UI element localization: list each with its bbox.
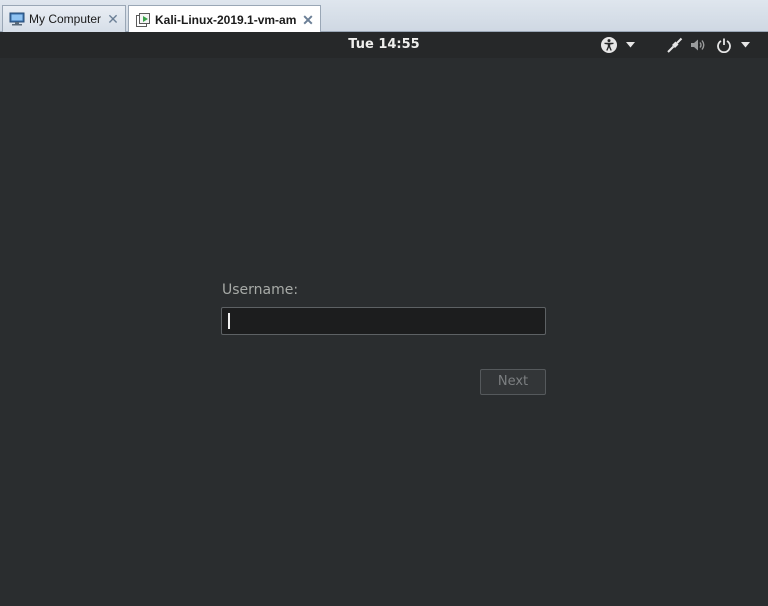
username-label: Username: <box>222 282 299 298</box>
accessibility-menu[interactable] <box>600 36 635 54</box>
close-icon[interactable]: ✕ <box>300 12 316 28</box>
power-icon <box>716 37 732 53</box>
vm-icon <box>135 12 151 28</box>
chevron-down-icon <box>741 42 750 48</box>
tab-label: Kali-Linux-2019.1-vm-am... <box>155 12 296 27</box>
clock[interactable]: Tue 14:55 <box>348 37 419 52</box>
close-icon[interactable]: ✕ <box>105 11 121 27</box>
network-wired-icon <box>666 36 684 54</box>
host-tab-strip: My Computer ✕ Kali-Linux-2019.1-vm-am...… <box>0 0 768 33</box>
computer-icon <box>9 11 25 27</box>
tab-label: My Computer <box>29 12 101 26</box>
tab-kali-linux-vm[interactable]: Kali-Linux-2019.1-vm-am... ✕ <box>128 5 321 33</box>
system-status-menu[interactable] <box>666 36 750 54</box>
chevron-down-icon <box>626 42 635 48</box>
volume-icon <box>689 36 707 54</box>
tab-my-computer[interactable]: My Computer ✕ <box>2 5 126 32</box>
login-screen: Username: Next <box>0 58 768 606</box>
gnome-top-bar: Tue 14:55 <box>0 32 768 58</box>
next-button[interactable]: Next <box>480 369 546 395</box>
screen: My Computer ✕ Kali-Linux-2019.1-vm-am...… <box>0 0 768 606</box>
username-input[interactable] <box>221 307 546 335</box>
text-cursor <box>228 313 230 329</box>
accessibility-icon <box>600 36 618 54</box>
